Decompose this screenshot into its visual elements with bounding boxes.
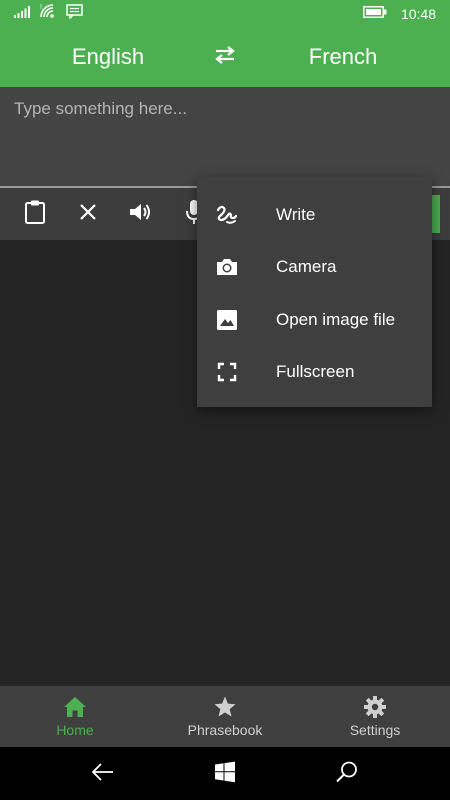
- svg-text:!: !: [40, 4, 42, 11]
- search-button[interactable]: [333, 760, 361, 788]
- home-icon: [63, 695, 87, 719]
- gear-icon: [363, 695, 387, 719]
- image-icon: [214, 307, 240, 333]
- nav-label: Settings: [349, 722, 401, 738]
- signal-icon: [14, 5, 30, 23]
- battery-icon: [362, 5, 387, 23]
- clear-button[interactable]: [74, 200, 102, 228]
- windows-icon: [214, 761, 236, 788]
- camera-icon: [214, 254, 240, 280]
- paste-button[interactable]: [21, 200, 49, 228]
- menu-item-fullscreen[interactable]: Fullscreen: [197, 346, 432, 398]
- swap-arrows-icon: [213, 45, 237, 70]
- nav-label: Home: [56, 722, 94, 738]
- menu-item-write[interactable]: Write: [197, 189, 432, 241]
- message-icon: [66, 3, 83, 24]
- nav-home[interactable]: Home: [0, 686, 150, 747]
- handwriting-icon: [214, 202, 240, 228]
- status-time: 10:48: [400, 5, 436, 22]
- input-options-menu: Write Camera Open image file Fullscreen: [197, 177, 432, 407]
- speak-button[interactable]: [126, 200, 154, 228]
- back-icon: [91, 762, 115, 787]
- clipboard-icon: [24, 199, 46, 230]
- system-navigation-bar: [0, 747, 450, 800]
- nav-label: Phrasebook: [187, 722, 263, 738]
- wifi-icon: !: [39, 3, 57, 24]
- source-language-button[interactable]: English: [20, 27, 196, 87]
- fullscreen-icon: [214, 359, 240, 385]
- status-bar: ! 10:48: [0, 0, 450, 27]
- menu-item-label: Fullscreen: [276, 362, 355, 381]
- menu-item-label: Write: [276, 205, 316, 224]
- menu-item-camera[interactable]: Camera: [197, 241, 432, 293]
- bottom-navigation: Home Phrasebook Settings: [0, 686, 450, 747]
- language-header: English French: [0, 27, 450, 87]
- menu-item-label: Open image file: [276, 310, 396, 329]
- search-icon: [335, 760, 359, 789]
- clear-icon: [79, 203, 97, 226]
- target-language-button[interactable]: French: [255, 27, 431, 87]
- menu-item-open-image-file[interactable]: Open image file: [197, 294, 432, 346]
- text-input[interactable]: [14, 99, 434, 119]
- speaker-icon: [128, 201, 152, 228]
- back-button[interactable]: [89, 760, 117, 788]
- status-icons-left: !: [14, 3, 83, 24]
- status-icons-right: 10:48: [362, 5, 436, 23]
- text-input-area: [0, 87, 450, 187]
- windows-start-button[interactable]: [211, 760, 239, 788]
- nav-phrasebook[interactable]: Phrasebook: [150, 686, 300, 747]
- menu-item-label: Camera: [276, 257, 337, 276]
- nav-settings[interactable]: Settings: [300, 686, 450, 747]
- star-icon: [213, 695, 237, 719]
- swap-languages-button[interactable]: [205, 39, 245, 75]
